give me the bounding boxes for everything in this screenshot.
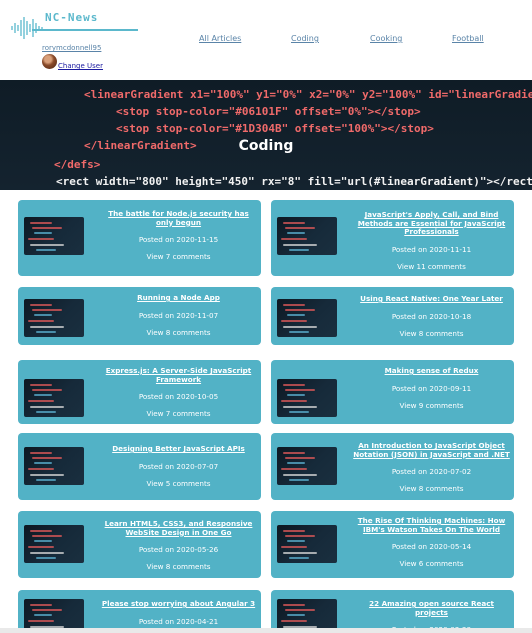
article-title-link[interactable]: The battle for Node.js security has only…	[100, 209, 257, 227]
article-thumbnail	[277, 447, 337, 485]
site-logo[interactable]: NC-News	[10, 10, 138, 40]
article-card[interactable]: Designing Better JavaScript APIs Posted o…	[18, 433, 261, 500]
article-title-link[interactable]: Using React Native: One Year Later	[353, 294, 510, 304]
article-thumbnail	[24, 525, 84, 563]
article-comments-link[interactable]: View 8 comments	[353, 484, 510, 493]
article-comments-link[interactable]: View 7 comments	[100, 252, 257, 261]
article-card-text: JavaScript's Apply, Call, and Bind Metho…	[353, 210, 510, 271]
nav-item-all-articles[interactable]: All Articles	[199, 34, 241, 43]
article-card[interactable]: JavaScript's Apply, Call, and Bind Metho…	[271, 200, 514, 276]
nav-item-cooking[interactable]: Cooking	[370, 34, 402, 43]
hero-code-line: <linearGradient x1="100%" y1="0%" x2="0%…	[84, 88, 532, 101]
article-card-text: Learn HTML5, CSS3, and Responsive WebSit…	[100, 519, 257, 571]
article-card[interactable]: 22 Amazing open source React projectsPos…	[271, 590, 514, 633]
article-card-text: Running a Node App Posted on 2020-11-07 Vi…	[100, 293, 257, 337]
page-title: Coding	[238, 138, 294, 154]
article-card-text: Designing Better JavaScript APIs Posted o…	[100, 444, 257, 488]
article-thumbnail	[277, 525, 337, 563]
hero-code-line: </defs>	[54, 158, 101, 171]
hero-code-line: <stop stop-color="#1D304B" offset="100%"…	[116, 122, 434, 135]
article-date: Posted on 2020-07-02	[391, 467, 472, 477]
site-header: NC-News rorymcdonnell95 Change User All …	[0, 0, 532, 80]
article-card[interactable]: Running a Node App Posted on 2020-11-07 Vi…	[18, 287, 261, 345]
article-title-link[interactable]: The Rise Of Thinking Machines: How IBM's…	[353, 516, 510, 534]
logo-underline	[32, 29, 138, 31]
article-thumbnail	[24, 379, 84, 417]
article-card[interactable]: Express.js: A Server-Side JavaScript Fra…	[18, 360, 261, 424]
nav-item-football[interactable]: Football	[452, 34, 484, 43]
hero-code-line: <stop stop-color="#06101F" offset="0%"><…	[116, 105, 421, 118]
article-card-text: Making sense of Redux Posted on 2020-09-1…	[353, 366, 510, 410]
article-comments-link[interactable]: View 8 comments	[100, 328, 257, 337]
article-title-link[interactable]: Making sense of Redux	[353, 366, 510, 376]
article-date: Posted on 2020-11-15	[138, 235, 219, 245]
article-date: Posted on 2020-04-21	[138, 616, 219, 626]
article-card-text: Express.js: A Server-Side JavaScript Fra…	[100, 366, 257, 418]
article-thumbnail	[24, 447, 84, 485]
article-card-text: The battle for Node.js security has only…	[100, 209, 257, 261]
article-date: Posted on 2020-07-07	[138, 461, 219, 471]
change-user-link[interactable]: Change User	[58, 62, 103, 70]
scrollbar-track[interactable]	[0, 628, 532, 633]
article-comments-link[interactable]: View 9 comments	[353, 401, 510, 410]
article-comments-link[interactable]: View 7 comments	[100, 409, 257, 418]
soundwave-icon	[11, 17, 43, 39]
article-card[interactable]: Please stop worrying about Angular 3 Post…	[18, 590, 261, 633]
article-card-text: An Introduction to JavaScript Object Not…	[353, 441, 510, 493]
article-title-link[interactable]: Express.js: A Server-Side JavaScript Fra…	[100, 366, 257, 384]
article-thumbnail	[277, 299, 337, 337]
article-date: Posted on 2020-05-26	[138, 545, 219, 555]
article-title-link[interactable]: Designing Better JavaScript APIs	[100, 444, 257, 454]
article-card[interactable]: The battle for Node.js security has only…	[18, 200, 261, 276]
article-thumbnail	[24, 299, 84, 337]
article-title-link[interactable]: Running a Node App	[100, 293, 257, 303]
article-card-text: The Rise Of Thinking Machines: How IBM's…	[353, 516, 510, 568]
nav-item-coding[interactable]: Coding	[291, 34, 319, 43]
article-card[interactable]: The Rise Of Thinking Machines: How IBM's…	[271, 511, 514, 578]
article-title-link[interactable]: JavaScript's Apply, Call, and Bind Metho…	[353, 210, 510, 237]
article-comments-link[interactable]: View 8 comments	[100, 562, 257, 571]
article-date: Posted on 2020-05-14	[391, 542, 472, 552]
article-card-text: Please stop worrying about Angular 3 Post…	[100, 599, 257, 626]
article-card-text: Using React Native: One Year Later Posted…	[353, 294, 510, 338]
article-date: Posted on 2020-11-07	[138, 310, 219, 320]
article-date: Posted on 2020-10-05	[138, 392, 219, 402]
hero-code-line: <rect width="800" height="450" rx="8" fi…	[56, 175, 532, 188]
article-card[interactable]: Making sense of Redux Posted on 2020-09-1…	[271, 360, 514, 424]
article-thumbnail	[277, 379, 337, 417]
article-title-link[interactable]: Please stop worrying about Angular 3	[100, 599, 257, 609]
article-date: Posted on 2020-10-18	[391, 311, 472, 321]
article-title-link[interactable]: Learn HTML5, CSS3, and Responsive WebSit…	[100, 519, 257, 537]
article-thumbnail	[277, 217, 337, 255]
article-date: Posted on 2020-09-11	[391, 383, 472, 393]
article-title-link[interactable]: 22 Amazing open source React projects	[353, 599, 510, 617]
article-comments-link[interactable]: View 8 comments	[353, 329, 510, 338]
article-comments-link[interactable]: View 6 comments	[353, 559, 510, 568]
avatar	[42, 54, 57, 69]
article-date: Posted on 2020-11-11	[391, 244, 472, 254]
logo-text: NC-News	[45, 11, 99, 24]
article-comments-link[interactable]: View 11 comments	[353, 262, 510, 271]
topic-hero-banner: <linearGradient x1="100%" y1="0%" x2="0%…	[0, 80, 532, 190]
article-title-link[interactable]: An Introduction to JavaScript Object Not…	[353, 441, 510, 459]
article-comments-link[interactable]: View 5 comments	[100, 479, 257, 488]
article-card[interactable]: Learn HTML5, CSS3, and Responsive WebSit…	[18, 511, 261, 578]
username-link[interactable]: rorymcdonnell95	[42, 44, 101, 52]
article-thumbnail	[24, 217, 84, 255]
article-card[interactable]: Using React Native: One Year Later Posted…	[271, 287, 514, 345]
article-card[interactable]: An Introduction to JavaScript Object Not…	[271, 433, 514, 500]
